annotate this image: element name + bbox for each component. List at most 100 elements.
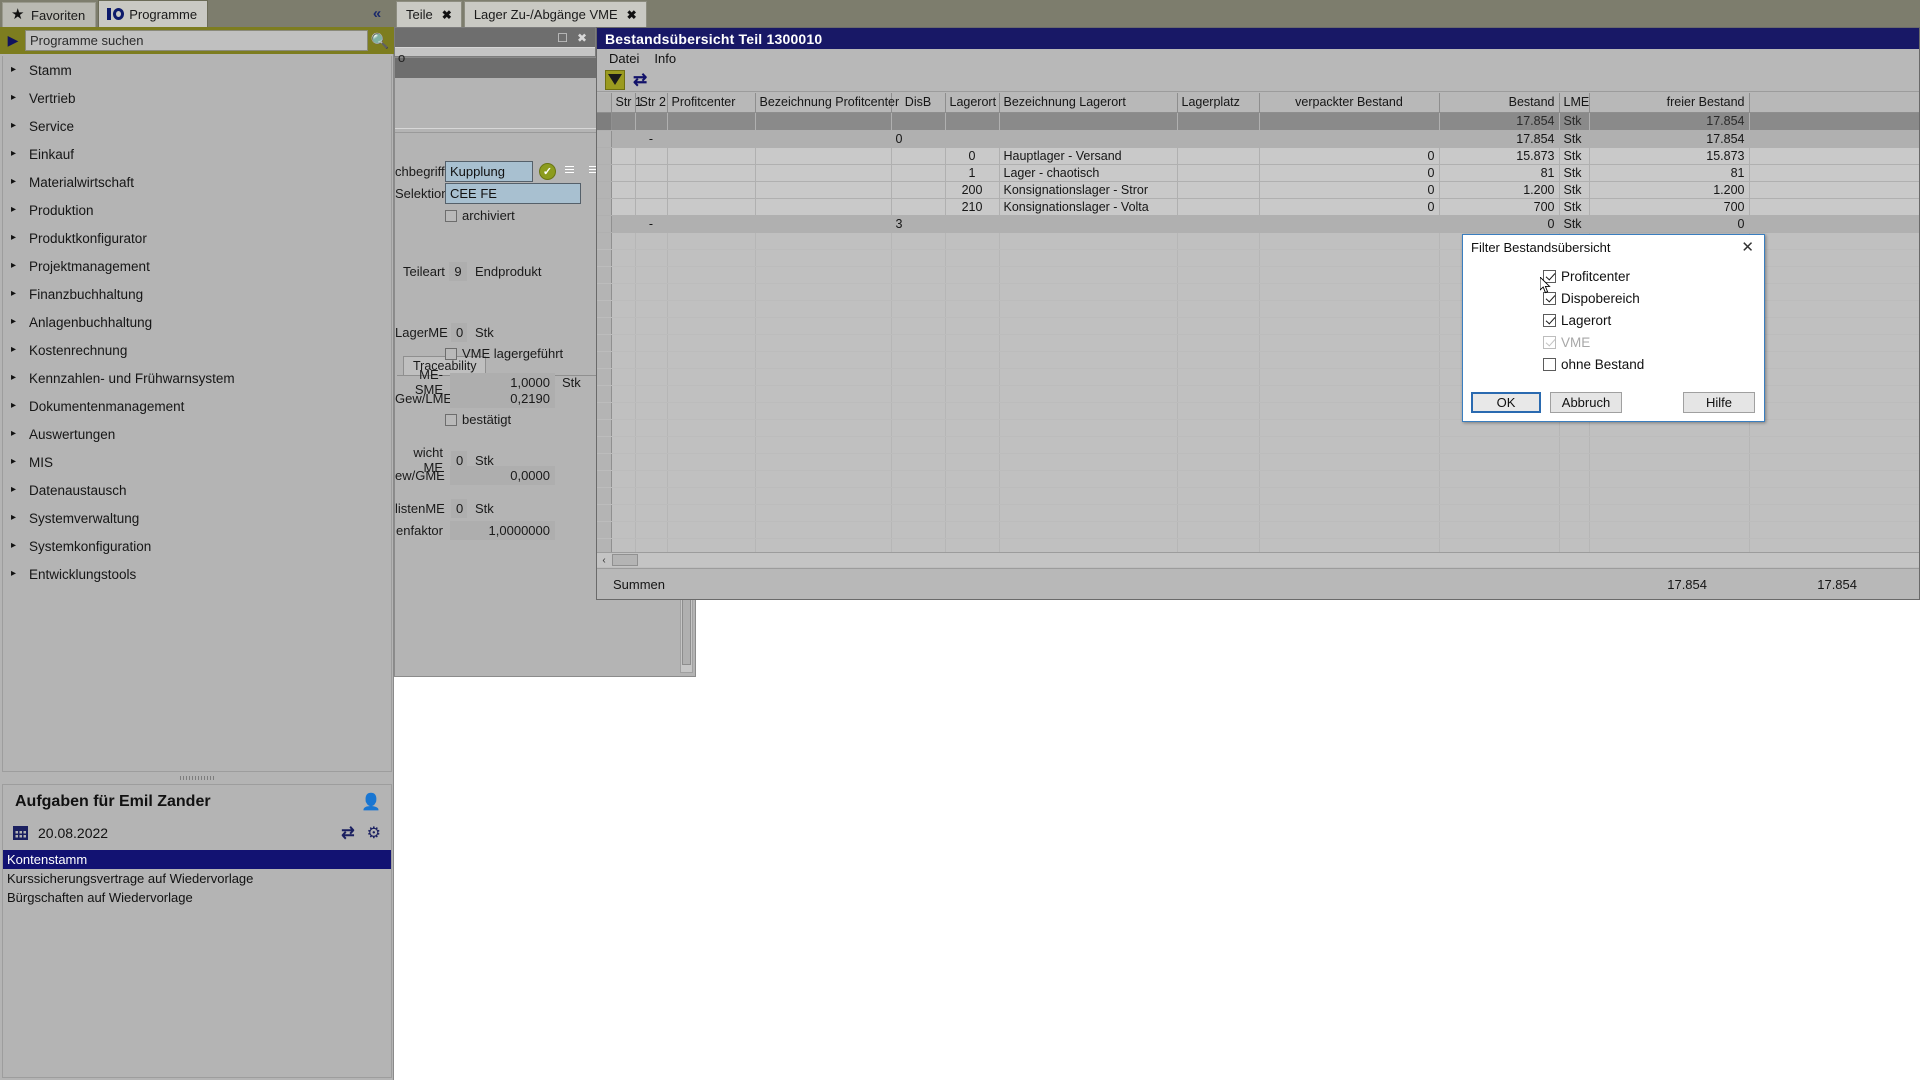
sidebar-splitter[interactable] <box>2 772 392 784</box>
menu-datei[interactable]: Datei <box>609 51 639 66</box>
tab-teile[interactable]: Teile ✖ <box>396 1 462 27</box>
sidebar-item-label: Produktkonfigurator <box>29 230 147 246</box>
close-icon[interactable]: ✕ <box>1737 238 1758 256</box>
table-row[interactable]: 200 Konsignationslager - Stror 0 1.200 S… <box>597 181 1919 199</box>
document-icon[interactable] <box>563 163 581 181</box>
bestaetigt-checkbox[interactable] <box>445 413 457 426</box>
th-verpackter-bestand[interactable]: verpackter Bestand <box>1259 93 1440 113</box>
cancel-button[interactable]: Abbruch <box>1550 392 1622 413</box>
th-str-1[interactable]: Str 1 <box>611 93 642 113</box>
checkbox-profitcenter[interactable]: Profitcenter <box>1543 265 1764 287</box>
sidebar-item-materialwirtschaft[interactable]: ▸ Materialwirtschaft <box>3 168 391 196</box>
checkbox-lagerort[interactable]: Lagerort <box>1543 309 1764 331</box>
sidebar-tab-favoriten[interactable]: ★ Favoriten <box>2 2 97 27</box>
task-list-item[interactable]: Kurssicherungsvertrage auf Wiedervorlage <box>3 869 391 888</box>
sidebar-item-datenaustausch[interactable]: ▸ Datenaustausch <box>3 476 391 504</box>
scrollbar-thumb[interactable] <box>612 554 638 566</box>
tab-lager-zu-abgaenge-vme[interactable]: Lager Zu-/Abgänge VME ✖ <box>463 1 647 27</box>
selektion-label: Selektion <box>395 186 449 201</box>
person-icon[interactable]: 👤 <box>361 792 381 812</box>
sidebar-item-projektmanagement[interactable]: ▸ Projektmanagement <box>3 252 391 280</box>
th-lagerplatz[interactable]: Lagerplatz <box>1177 93 1260 113</box>
teileart-code: 9 <box>449 262 467 281</box>
th-bestand[interactable]: Bestand <box>1439 93 1560 113</box>
archiviert-checkbox[interactable] <box>445 209 457 222</box>
sidebar-item-systemkonfiguration[interactable]: ▸ Systemkonfiguration <box>3 532 391 560</box>
sidebar-item-auswertungen[interactable]: ▸ Auswertungen <box>3 420 391 448</box>
close-icon[interactable]: ✖ <box>577 32 587 44</box>
lagerme-unit: Stk <box>475 325 494 340</box>
task-list-item[interactable]: Kontenstamm <box>3 850 391 869</box>
scroll-left-icon[interactable]: ‹ <box>597 555 611 566</box>
checkbox-box[interactable] <box>1543 313 1556 327</box>
checkbox-box[interactable] <box>1543 269 1556 283</box>
maximize-icon[interactable]: ☐ <box>557 32 568 44</box>
refresh-icon[interactable]: ⇄ <box>633 70 647 90</box>
gear-icon[interactable]: ⚙ <box>367 823 381 843</box>
sidebar-item-mis[interactable]: ▸ MIS <box>3 448 391 476</box>
cell-profitcenter <box>667 164 756 182</box>
enfaktor-label: enfaktor <box>396 523 443 538</box>
th-bezeichnung-profitcenter[interactable]: Bezeichnung Profitcenter <box>755 93 899 113</box>
table-row[interactable]: 17.854 Stk 17.854 <box>597 112 1919 131</box>
checkbox-dispobereich[interactable]: Dispobereich <box>1543 287 1764 309</box>
sidebar-item-dokumentenmanagement[interactable]: ▸ Dokumentenmanagement <box>3 392 391 420</box>
sidebar-item-kennzahlen[interactable]: ▸ Kennzahlen- und Frühwarnsystem <box>3 364 391 392</box>
summary-freier-bestand: 17.854 <box>1817 576 1857 592</box>
selektion-input[interactable]: CEE FE <box>445 183 581 204</box>
filter-dialog-titlebar: Filter Bestandsübersicht ✕ <box>1463 235 1764 259</box>
table-row-empty <box>597 487 1919 505</box>
filter-icon[interactable] <box>605 69 625 90</box>
sidebar-item-anlagenbuchhaltung[interactable]: ▸ Anlagenbuchhaltung <box>3 308 391 336</box>
th-freier-bestand[interactable]: freier Bestand <box>1589 93 1750 113</box>
sidebar-item-systemverwaltung[interactable]: ▸ Systemverwaltung <box>3 504 391 532</box>
sidebar-item-produktkonfigurator[interactable]: ▸ Produktkonfigurator <box>3 224 391 252</box>
checkbox-box[interactable] <box>1543 357 1556 371</box>
vme-lagergefuehrt-checkbox[interactable] <box>445 347 457 360</box>
cell-bez-profitcenter <box>755 130 892 148</box>
th-profitcenter[interactable]: Profitcenter <box>667 93 756 113</box>
help-button[interactable]: Hilfe <box>1683 392 1755 413</box>
table-row[interactable]: 1 Lager - chaotisch 0 81 Stk 81 <box>597 164 1919 182</box>
search-input[interactable] <box>25 30 368 51</box>
sidebar-item-entwicklungstools[interactable]: ▸ Entwicklungstools <box>3 560 391 588</box>
cell-str-2: - <box>635 215 668 233</box>
play-arrow-icon[interactable]: ▶ <box>3 30 23 52</box>
refresh-icon[interactable]: ⇄ <box>341 823 354 843</box>
ok-button[interactable]: OK <box>1471 392 1541 413</box>
checkbox-box[interactable] <box>1543 291 1556 305</box>
enfaktor-value: 1,0000000 <box>450 521 555 540</box>
table-row[interactable]: - 3 0 Stk 0 <box>597 215 1919 233</box>
chevron-double-left-icon[interactable]: « <box>365 3 389 23</box>
sidebar-tab-programme[interactable]: Programme <box>98 0 209 27</box>
sidebar-item-stamm[interactable]: ▸ Stamm <box>3 56 391 84</box>
th-lagerort[interactable]: Lagerort <box>945 93 1000 113</box>
close-icon[interactable]: ✖ <box>627 8 637 22</box>
table-row[interactable]: - 0 17.854 Stk 17.854 <box>597 130 1919 148</box>
table-row-empty <box>597 453 1919 471</box>
th-disb[interactable]: DisB <box>891 93 946 113</box>
close-icon[interactable]: ✖ <box>442 8 452 22</box>
cell-disb <box>891 112 946 131</box>
table-row[interactable]: 210 Konsignationslager - Volta 0 700 Stk… <box>597 198 1919 216</box>
sidebar-item-kostenrechnung[interactable]: ▸ Kostenrechnung <box>3 336 391 364</box>
cell-verpackter-bestand <box>1259 215 1440 233</box>
th-str-2[interactable]: Str 2 <box>635 93 668 113</box>
background-window: ☐ ✖ <box>394 27 596 57</box>
suchbegriff-input[interactable]: Kupplung <box>445 161 533 182</box>
th-lme[interactable]: LME <box>1559 93 1590 113</box>
sidebar-item-finanzbuchhaltung[interactable]: ▸ Finanzbuchhaltung <box>3 280 391 308</box>
sidebar-item-service[interactable]: ▸ Service <box>3 112 391 140</box>
checkbox-ohne-bestand[interactable]: ohne Bestand <box>1543 353 1764 375</box>
th-bezeichnung-lagerort[interactable]: Bezeichnung Lagerort <box>999 93 1178 113</box>
magnifier-icon[interactable]: 🔍 <box>369 29 391 52</box>
sidebar-item-einkauf[interactable]: ▸ Einkauf <box>3 140 391 168</box>
cell-disb: 3 <box>891 215 946 233</box>
sidebar-item-vertrieb[interactable]: ▸ Vertrieb <box>3 84 391 112</box>
sidebar-item-produktion[interactable]: ▸ Produktion <box>3 196 391 224</box>
menu-info[interactable]: Info <box>654 51 676 66</box>
table-row[interactable]: 0 Hauptlager - Versand 0 15.873 Stk 15.8… <box>597 147 1919 165</box>
task-list-item[interactable]: Bürgschaften auf Wiedervorlage <box>3 888 391 907</box>
green-check-icon[interactable]: ✓ <box>539 162 557 181</box>
horizontal-scrollbar[interactable]: ‹ <box>597 552 1919 567</box>
